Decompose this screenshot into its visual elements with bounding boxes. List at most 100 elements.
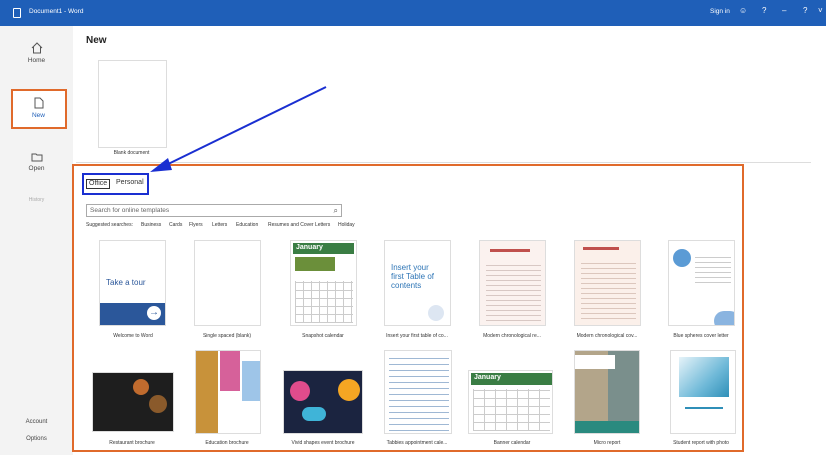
template-label: Insert your first table of co... [386,333,448,339]
template-snapshot-calendar[interactable]: January [290,240,357,326]
template-label: Education brochure [205,440,249,446]
template-thumb-shape [338,379,360,401]
home-icon [31,42,42,54]
sidebar-item-account[interactable]: Account [0,419,73,425]
template-thumb-shape [302,407,326,421]
template-banner-calendar[interactable]: January [468,370,553,434]
template-thumb-lines [581,259,636,319]
sidebar-item-home[interactable]: Home [0,42,73,64]
folder-icon [31,153,42,162]
template-label: Micro report [593,440,621,446]
template-thumb-text: January [474,374,501,381]
sidebar-item-label: New [31,112,45,119]
template-welcome-to-word[interactable]: Take a tour → [99,240,166,326]
template-thumb-band [575,421,639,433]
sidebar-item-open[interactable]: Open [0,152,73,172]
template-label: Banner calendar [493,440,531,446]
suggested-link-flyers[interactable]: Flyers [189,222,203,228]
template-thumb-band [575,355,615,369]
sidebar-item-options[interactable]: Options [0,436,73,442]
suggested-link-letters[interactable]: Letters [212,222,227,228]
template-restaurant-brochure[interactable] [92,372,174,432]
template-label: Snapshot calendar [302,333,344,339]
template-label: Tabbies appointment cale... [386,440,448,446]
window-title: Document1 - Word [29,8,84,15]
sidebar-item-new[interactable]: New [11,89,67,129]
template-label: Restaurant brochure [109,440,155,446]
template-label: Blue spheres cover letter [673,333,729,339]
tab-personal[interactable]: Personal [116,179,144,186]
template-label: Modern chronological re... [483,333,541,339]
template-student-report-with-photo[interactable] [670,350,736,434]
search-templates-input[interactable]: Search for online templates ⌕ [86,204,342,217]
template-thumb-icon [428,305,444,321]
template-thumb-panel [196,351,218,433]
minimize-icon[interactable]: – [782,6,786,15]
template-thumb-panel [220,351,240,391]
coauthor-icon[interactable]: ☺ [739,6,747,15]
backstage-sidebar: Home New Open History Account Options [0,26,73,455]
suggested-link-cards[interactable]: Cards [169,222,182,228]
blank-document-label: Blank document [113,150,150,156]
template-thumb-image [133,379,149,395]
template-thumb-image [149,395,167,413]
template-thumb-panel [242,361,260,401]
help-icon[interactable]: ? [762,6,766,15]
template-thumb-grid [473,389,550,431]
template-label: Vivid shapes event brochure [291,440,355,446]
divider [76,162,811,163]
sidebar-item-history[interactable]: History [0,197,73,203]
new-document-icon [34,97,43,109]
template-thumb-sphere [714,311,734,325]
suggested-searches-label: Suggested searches: [86,222,133,228]
chevron-down-icon[interactable]: ˅ [818,6,823,15]
template-thumb-lines [389,357,449,431]
template-single-spaced[interactable] [194,240,261,326]
suggested-link-holiday[interactable]: Holiday [338,222,355,228]
template-tabbies-appointment-calendar[interactable] [384,350,452,434]
page-title: New [86,35,107,46]
tab-office[interactable]: Office [86,179,111,189]
template-label: Single spaced (blank) [202,333,252,339]
title-bar: Document1 - Word Sign in ☺ ? – ? ˅ [0,0,826,26]
template-label: Welcome to Word [113,333,153,339]
template-education-brochure[interactable] [195,350,261,434]
template-thumb-avatar [673,249,691,267]
sidebar-item-label: Open [28,165,45,172]
template-modern-chronological-resume[interactable] [479,240,546,326]
template-thumb-lines [486,261,541,321]
sign-in-link[interactable]: Sign in [710,8,730,15]
template-thumb-band: January [471,373,552,385]
template-thumb-text: January [296,244,323,251]
template-thumb-shape [290,381,310,401]
template-thumb-grid [295,281,353,323]
word-app-icon [13,8,21,18]
blank-document-thumbnail[interactable] [98,60,167,148]
template-thumb-image [679,357,729,397]
template-micro-report[interactable] [574,350,640,434]
template-thumb-text: Insert your first Table of contents [391,263,434,290]
suggested-link-resumes[interactable]: Resumes and Cover Letters [268,222,330,228]
template-blue-spheres-cover-letter[interactable] [668,240,735,326]
template-label: Student report with photo [673,440,729,446]
template-table-of-contents[interactable]: Insert your first Table of contents [384,240,451,326]
template-thumb-text: Take a tour [106,278,146,287]
sidebar-item-new-content: New [2,97,75,119]
search-icon[interactable]: ⌕ [334,206,338,216]
sidebar-item-label: Home [27,57,46,64]
template-thumb-line [685,407,723,409]
template-thumb-lines [695,253,731,283]
template-thumb-band: January [293,243,354,254]
template-thumb-image [295,257,335,271]
template-vivid-shapes-brochure[interactable] [283,370,363,434]
search-placeholder: Search for online templates [90,207,170,214]
arrow-right-icon: → [147,306,161,320]
template-label: Modern chronological cov... [576,333,638,339]
template-thumb-band [490,249,530,252]
template-modern-chronological-cover[interactable] [574,240,641,326]
template-thumb-band: → [100,303,165,325]
help-question-icon[interactable]: ? [803,6,807,15]
suggested-link-education[interactable]: Education [236,222,258,228]
template-thumb-band [583,247,619,250]
suggested-link-business[interactable]: Business [141,222,161,228]
